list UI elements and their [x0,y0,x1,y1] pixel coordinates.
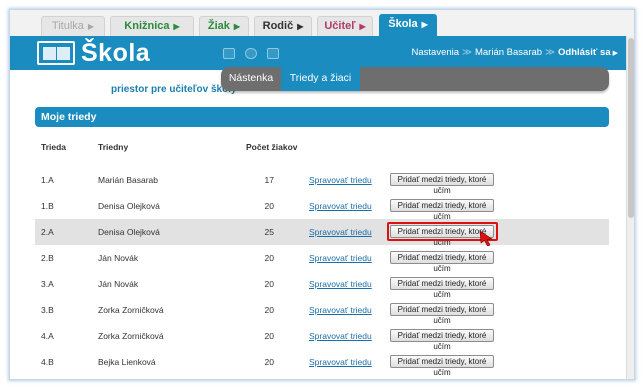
add-class-button[interactable]: Pridať medzi triedy, ktoré učím [390,199,494,221]
tab-rodic[interactable]: Rodič ▶ [254,16,312,36]
tab-skola[interactable]: Škola ▶ [379,14,437,38]
tab-label: Titulka [51,20,84,32]
tab-label: Škola [388,18,418,30]
manage-class-link[interactable]: Spravovať triedu [309,227,372,237]
triangle-right-icon: ▶ [359,22,366,31]
info-icon[interactable] [245,48,257,59]
subtab-nastenka[interactable]: Nástenka [221,67,281,91]
red-arrow-pointer-icon [479,230,493,246]
triangle-right-icon: ▶ [612,50,618,57]
book-logo-icon[interactable] [37,41,75,65]
count-cell: 20 [264,253,274,263]
teacher-cell: Denisa Olejková [98,201,160,211]
header-band: Škola Nastavenia ≫ Marián Basarab ≫ Odhlásiť… [10,36,634,70]
mail-icon[interactable] [223,48,235,59]
tagline: priestor pre učiteľov školy [111,84,237,95]
manage-class-link[interactable]: Spravovať triedu [309,357,372,367]
column-header-count: Počet žiakov [246,142,298,152]
user-name-link[interactable]: Marián Basarab [475,47,542,58]
manage-class-link[interactable]: Spravovať triedu [309,331,372,341]
add-class-button[interactable]: Pridať medzi triedy, ktoré učím [390,277,494,299]
tab-label: Učiteľ [324,20,356,32]
class-cell: 1.A [41,175,54,185]
add-class-button[interactable]: Pridať medzi triedy, ktoré učím [390,251,494,273]
table-row: 1.A Marián Basarab 17 Spravovať triedu P… [35,167,609,195]
table-row: 3.B Zorka Zorničková 20 Spravovať triedu… [35,297,609,325]
count-cell: 20 [264,357,274,367]
triangle-right-icon: ▶ [233,22,241,31]
table-row: 4.A Zorka Zorničková 20 Spravovať triedu… [35,323,609,351]
logout-link[interactable]: Odhlásiť sa [558,47,611,58]
triangle-right-icon: ▶ [87,22,95,31]
triangle-right-icon: ▶ [297,22,304,31]
count-cell: 25 [264,227,274,237]
tab-label: Rodič [262,20,294,32]
tab-titulka[interactable]: Titulka ▶ [41,16,105,36]
add-class-button[interactable]: Pridať medzi triedy, ktoré učím [390,173,494,195]
separator-icon: ≫ [545,47,555,58]
column-header-teacher: Triedny [98,142,129,152]
manage-class-link[interactable]: Spravovať triedu [309,279,372,289]
tab-ziak[interactable]: Žiak ▶ [199,16,249,36]
subtab-triedy-a-ziaci[interactable]: Triedy a žiaci [281,67,360,91]
tab-label: Žiak [207,20,230,32]
table-row: 3.A Ján Novák 20 Spravovať triedu Pridať… [35,271,609,299]
teacher-cell: Zorka Zorničková [98,331,164,341]
count-cell: 20 [264,279,274,289]
teacher-cell: Bejka Lienková [98,357,156,367]
main-content: Moje triedy Trieda Triedny Počet žiakov … [10,107,634,379]
teacher-cell: Ján Novák [98,279,139,289]
add-class-button[interactable]: Pridať medzi triedy, ktoré učím [390,329,494,351]
add-class-button[interactable]: Pridať medzi triedy, ktoré učím [390,355,494,377]
class-cell: 1.B [41,201,54,211]
logo-text[interactable]: Škola [81,39,150,68]
count-cell: 20 [264,331,274,341]
manage-class-link[interactable]: Spravovať triedu [309,201,372,211]
triangle-right-icon: ▶ [173,22,180,31]
class-cell: 2.B [41,253,54,263]
teacher-cell: Marián Basarab [98,175,159,185]
table-row: 1.B Denisa Olejková 20 Spravovať triedu … [35,193,609,221]
class-cell: 4.A [41,331,54,341]
teacher-cell: Denisa Olejková [98,227,160,237]
teacher-cell: Ján Novák [98,253,139,263]
table-row: 4.B Bejka Lienková 20 Spravovať triedu P… [35,349,609,377]
add-class-button[interactable]: Pridať medzi triedy, ktoré učím [390,303,494,325]
count-cell: 20 [264,201,274,211]
class-cell: 3.A [41,279,54,289]
tab-label: Knižnica [124,20,170,32]
manage-class-link[interactable]: Spravovať triedu [309,175,372,185]
calendar-icon[interactable] [267,48,279,59]
tab-ucitel[interactable]: Učiteľ ▶ [317,16,373,36]
manage-class-link[interactable]: Spravovať triedu [309,305,372,315]
sub-navigation: Nástenka Triedy a žiaci [221,67,609,91]
class-cell: 3.B [41,305,54,315]
header: Škola Nastavenia ≫ Marián Basarab ≫ Odhlásiť… [10,36,634,107]
count-cell: 17 [264,175,274,185]
user-nav: Nastavenia ≫ Marián Basarab ≫ Odhlásiť sa ▶ [412,47,619,58]
scrollbar-thumb[interactable] [628,38,634,218]
triangle-right-icon: ▶ [421,20,428,29]
class-cell: 2.A [41,227,54,237]
top-tabs: Titulka ▶ Knižnica ▶ Žiak ▶ Rodič ▶ Učiteľ ▶ … [10,10,634,38]
separator-icon: ≫ [462,47,472,58]
column-header-class: Trieda [41,142,67,152]
teacher-cell: Zorka Zorničková [98,305,164,315]
count-cell: 20 [264,305,274,315]
section-title: Moje triedy [35,107,609,127]
class-cell: 4.B [41,357,54,367]
settings-link[interactable]: Nastavenia [412,47,460,58]
tab-kniznica[interactable]: Knižnica ▶ [110,16,194,36]
table-row-highlighted: 2.A Denisa Olejková 25 Spravovať triedu … [35,219,609,247]
scrollbar[interactable] [626,36,634,379]
browser-frame: Titulka ▶ Knižnica ▶ Žiak ▶ Rodič ▶ Učiteľ ▶ … [9,9,635,380]
manage-class-link[interactable]: Spravovať triedu [309,253,372,263]
table-row: 2.B Ján Novák 20 Spravovať triedu Pridať… [35,245,609,273]
